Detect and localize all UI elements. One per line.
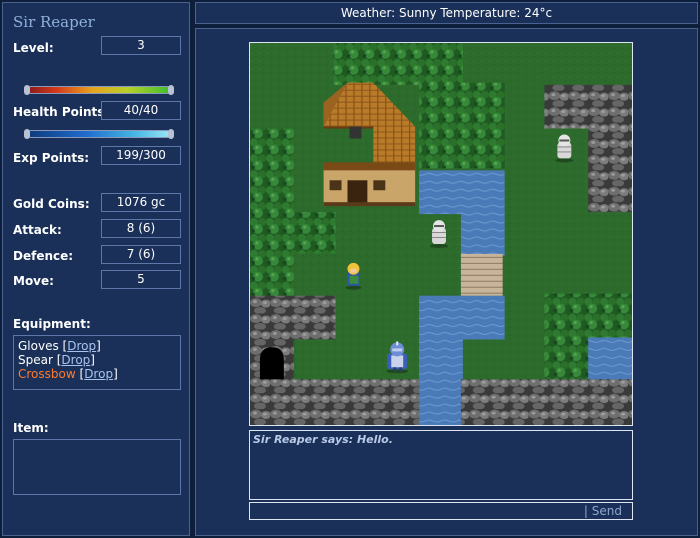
character-sidebar: Sir Reaper Level: 3 Health Points: 40/40… [2, 2, 190, 536]
level-value: 3 [101, 36, 181, 55]
equipment-name: Gloves [18, 339, 59, 353]
chat-speaker: Sir Reaper says: [253, 433, 354, 446]
drop-spear-link[interactable]: Drop [61, 353, 90, 367]
wooden-bridge [460, 253, 503, 296]
chat-message: Sir Reaper says: Hello. [253, 433, 629, 446]
attack-value: 8 (6) [101, 219, 181, 238]
exp-value: 199/300 [101, 146, 181, 165]
equipment-item-gloves: Gloves [Drop] [18, 339, 101, 353]
chat-input[interactable] [250, 503, 590, 519]
health-label: Health Points: [13, 105, 110, 119]
cave-entrance[interactable] [259, 347, 284, 380]
health-value: 40/40 [101, 101, 181, 120]
item-slot[interactable] [13, 439, 181, 495]
send-button[interactable]: | Send [584, 503, 622, 519]
equipment-item-crossbow: Crossbow [Drop] [18, 367, 118, 381]
chat-input-row: | Send [249, 502, 633, 520]
exp-bar [24, 129, 174, 139]
level-label: Level: [13, 41, 54, 55]
equipment-label: Equipment: [13, 317, 91, 331]
attack-label: Attack: [13, 223, 62, 237]
map-canvas[interactable] [250, 43, 632, 425]
weather-bar: Weather: Sunny Temperature: 24°c [195, 2, 698, 24]
equipment-name: Spear [18, 353, 53, 367]
defence-label: Defence: [13, 249, 74, 263]
chat-text: Hello. [356, 433, 393, 446]
drop-crossbow-link[interactable]: Drop [84, 367, 113, 381]
game-map[interactable] [249, 42, 633, 426]
gold-value: 1076 gc [101, 193, 181, 212]
weather-text: Weather: Sunny Temperature: 24°c [340, 6, 553, 20]
chat-log: Sir Reaper says: Hello. [249, 430, 633, 500]
character-name: Sir Reaper [13, 13, 95, 31]
defence-value: 7 (6) [101, 245, 181, 264]
move-label: Move: [13, 274, 54, 288]
drop-gloves-link[interactable]: Drop [67, 339, 96, 353]
move-value: 5 [101, 270, 181, 289]
equipment-list: Gloves [Drop] Spear [Drop] Crossbow [Dro… [13, 335, 181, 390]
gold-label: Gold Coins: [13, 197, 90, 211]
health-bar [24, 85, 174, 95]
equipment-item-spear: Spear [Drop] [18, 353, 95, 367]
item-label: Item: [13, 421, 49, 435]
exp-label: Exp Points: [13, 151, 90, 165]
equipment-name: Crossbow [18, 367, 76, 381]
